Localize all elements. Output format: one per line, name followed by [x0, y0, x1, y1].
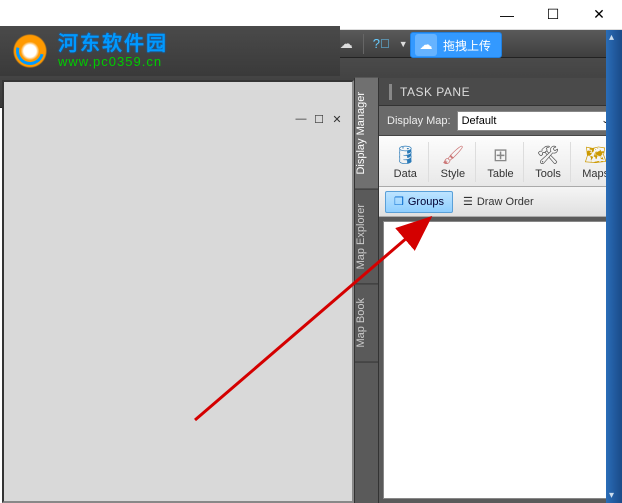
viewport-close-icon[interactable]: ✕ [330, 112, 344, 126]
minimize-button[interactable]: — [484, 0, 530, 30]
table-icon: ⊞ [489, 144, 511, 166]
style-button[interactable]: 🖌 Style [431, 142, 477, 182]
maps-icon: 🗺 [585, 144, 607, 166]
scrollbar[interactable] [606, 30, 622, 503]
display-map-select[interactable]: Default ⌄ [457, 111, 614, 131]
grip-icon[interactable] [389, 84, 392, 100]
data-button[interactable]: 🛢 Data [383, 142, 429, 182]
table-button[interactable]: ⊞ Table [478, 142, 524, 182]
divider [363, 34, 364, 54]
logo-icon [8, 29, 52, 73]
display-map-value: Default [462, 115, 497, 127]
watermark-url: www.pc0359.cn [58, 55, 168, 69]
draw-order-icon: ☰ [463, 195, 473, 208]
tools-icon: 🛠 [537, 144, 559, 166]
side-tabs: Display Manager Map Explorer Map Book [354, 78, 378, 503]
drawing-canvas[interactable]: — ☐ ✕ [2, 80, 354, 503]
upload-cloud-icon: ☁ [415, 34, 437, 56]
viewport-restore-icon[interactable]: ☐ [312, 112, 326, 126]
maximize-button[interactable]: ☐ [530, 0, 576, 30]
tab-display-manager[interactable]: Display Manager [355, 78, 378, 190]
viewport-minimize-icon[interactable]: — [294, 112, 308, 126]
brush-icon: 🖌 [442, 144, 464, 166]
task-pane: TASK PANE Display Map: Default ⌄ 🛢 Data … [378, 78, 622, 503]
upload-button[interactable]: ☁ 拖拽上传 [410, 32, 502, 58]
close-button[interactable]: ✕ [576, 0, 622, 30]
display-map-label: Display Map: [387, 115, 451, 127]
database-icon: 🛢 [394, 144, 416, 166]
layer-tree[interactable] [383, 221, 618, 499]
layers-icon: ❒ [394, 195, 404, 208]
draw-order-button[interactable]: ☰ Draw Order [463, 195, 534, 208]
tab-map-explorer[interactable]: Map Explorer [355, 190, 378, 284]
watermark-cn: 河东软件园 [58, 33, 168, 55]
tab-map-book[interactable]: Map Book [355, 284, 378, 363]
watermark: 河东软件园 www.pc0359.cn [0, 26, 340, 76]
task-pane-header: TASK PANE [379, 78, 622, 106]
help-icon[interactable]: ?⃝ [370, 33, 392, 55]
groups-button[interactable]: ❒ Groups [385, 191, 453, 213]
task-pane-title: TASK PANE [400, 85, 470, 99]
tools-button[interactable]: 🛠 Tools [526, 142, 572, 182]
upload-label: 拖拽上传 [443, 37, 491, 54]
